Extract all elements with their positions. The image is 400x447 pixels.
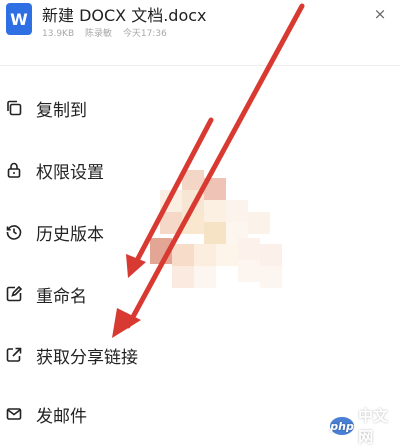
menu-item-label: 权限设置 [36,162,104,183]
copy-icon [4,98,24,118]
menu-item-rename[interactable]: 重命名 [0,272,300,316]
php-logo: php [330,417,355,435]
menu-item-history[interactable]: 历史版本 [0,210,300,254]
menu-item-label: 复制到 [36,100,87,121]
file-author: 陈录敏 [85,29,113,39]
file-title: 新建 DOCX 文档.docx [42,6,207,25]
menu-item-label: 重命名 [36,286,87,307]
close-button[interactable]: × [368,2,392,26]
menu-item-label: 获取分享链接 [36,347,138,368]
watermark: php 中文网 [330,405,400,447]
menu-item-share-link[interactable]: 获取分享链接 [0,333,300,377]
menu-item-label: 历史版本 [36,224,104,245]
header-divider [0,65,400,66]
annotation-arrow-short [126,117,214,278]
share-link-icon [4,345,24,365]
edit-icon [4,284,24,304]
file-header: W 新建 DOCX 文档.docx 13.9KB 陈录敏 今天17:36 × [0,0,400,60]
watermark-text: 中文网 [358,407,389,446]
lock-icon [4,160,24,180]
file-time: 今天17:36 [122,29,167,39]
word-document-icon: W [6,3,32,35]
mail-icon [4,404,24,424]
menu-item-send-email[interactable]: 发邮件 [0,392,300,436]
menu-item-permissions[interactable]: 权限设置 [0,148,300,192]
file-meta: 13.9KB 陈录敏 今天17:36 [42,26,175,39]
history-icon [4,222,24,242]
menu-item-copy-to[interactable]: 复制到 [0,86,300,130]
file-size: 13.9KB [42,29,75,39]
menu-item-label: 发邮件 [36,406,87,427]
close-icon: × [373,5,387,23]
